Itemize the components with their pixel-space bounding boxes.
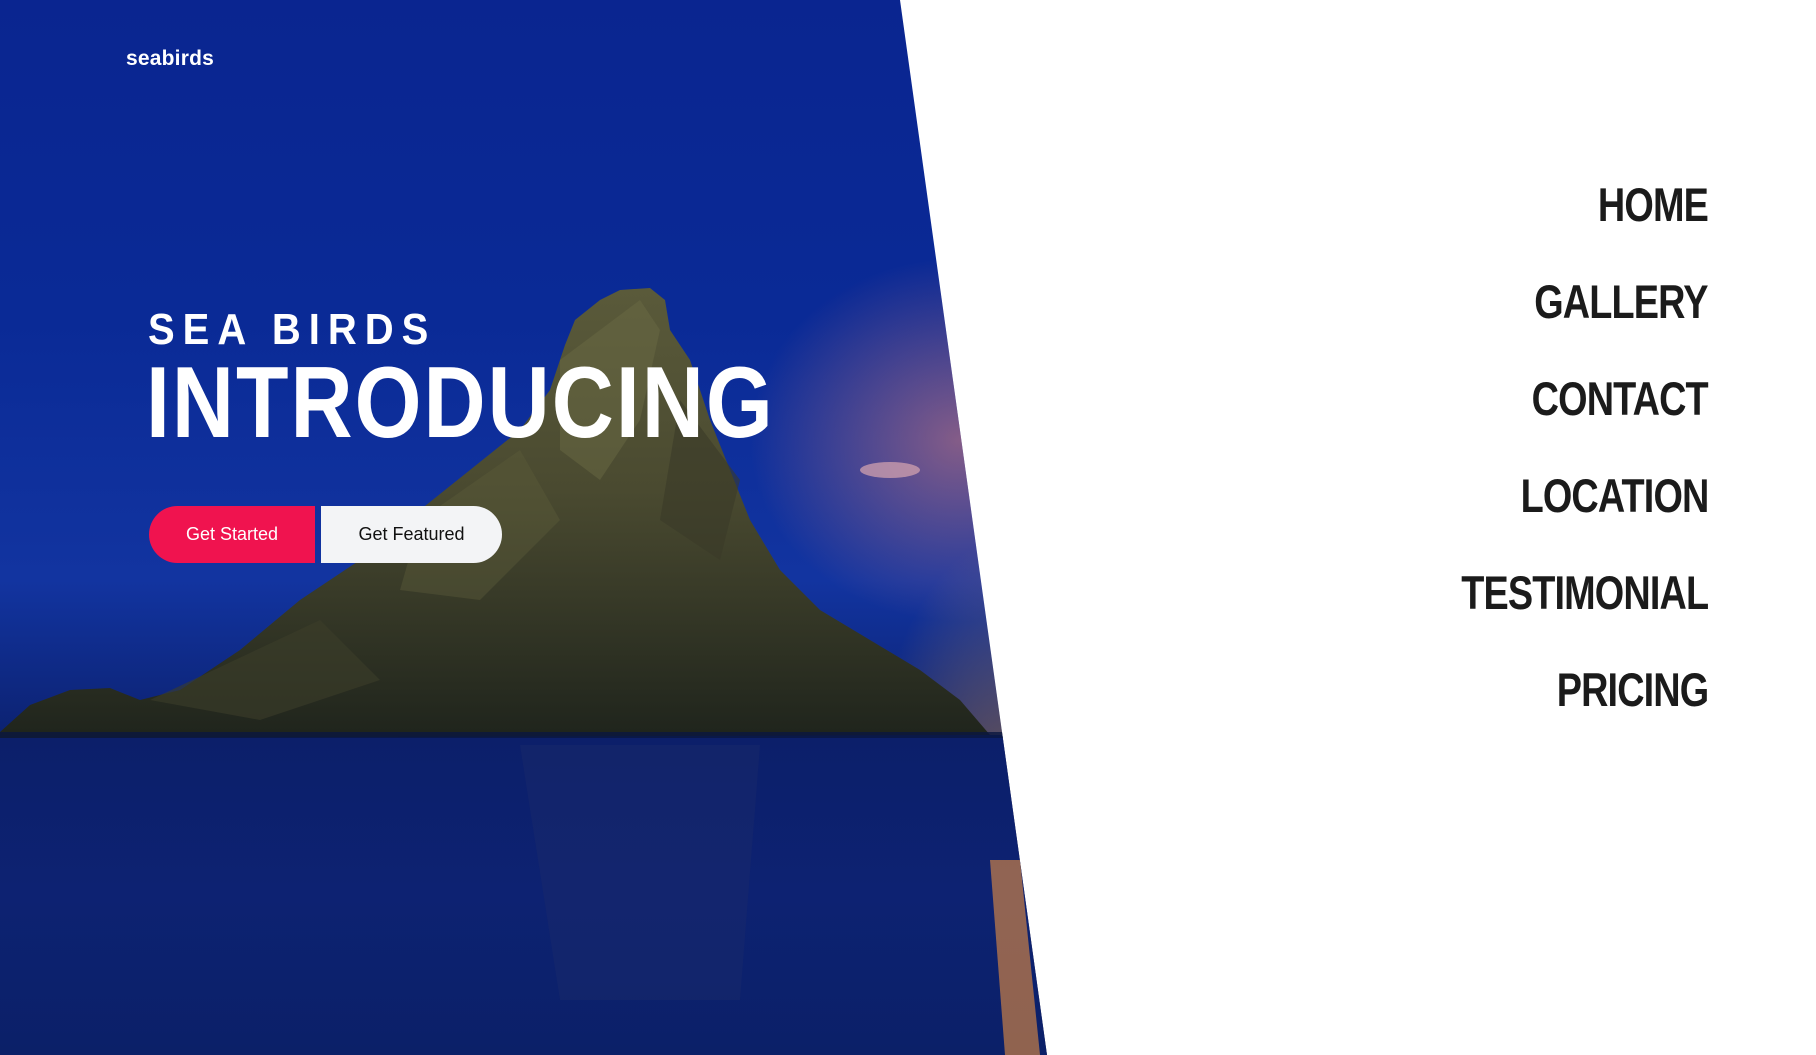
hero-section: seabirds SEA BIRDS INTRODUCING Get Start…	[0, 0, 1047, 1055]
nav-item-testimonial[interactable]: TESTIMONIAL	[1461, 569, 1709, 675]
nav-item-gallery[interactable]: GALLERY	[1535, 278, 1709, 384]
landing-page: seabirds SEA BIRDS INTRODUCING Get Start…	[0, 0, 1816, 1055]
get-featured-button[interactable]: Get Featured	[321, 506, 502, 563]
nav-item-location[interactable]: LOCATION	[1520, 472, 1709, 578]
get-started-button[interactable]: Get Started	[149, 506, 315, 563]
site-logo[interactable]: seabirds	[126, 47, 214, 71]
hero-headline: INTRODUCING	[146, 346, 775, 460]
nav-item-home[interactable]: HOME	[1598, 181, 1709, 287]
nav-item-pricing[interactable]: PRICING	[1556, 666, 1709, 772]
main-navigation: HOME GALLERY CONTACT LOCATION TESTIMONIA…	[1421, 181, 1709, 764]
nav-item-contact[interactable]: CONTACT	[1532, 375, 1709, 481]
